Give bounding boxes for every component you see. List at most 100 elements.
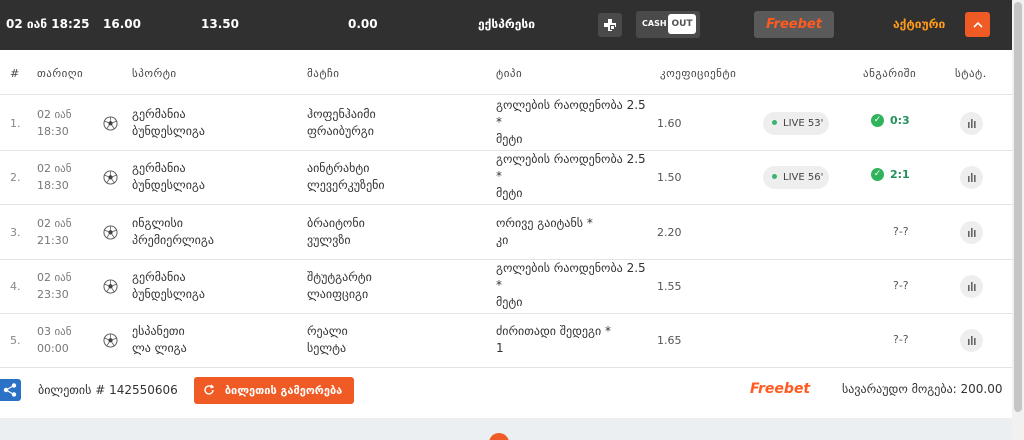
ticket-header[interactable]: 02 იან 18:25 16.00 13.50 0.00 ექსპრესი C… <box>0 0 1012 50</box>
football-icon <box>103 333 118 348</box>
table-row: 4. 02 იან 23:30 გერმანია ბუნდესლიგა შტუტგარტი… <box>0 259 1012 314</box>
repeat-ticket-button[interactable]: ბილეთის გამეორება <box>194 377 354 404</box>
ticket-panel: 02 იან 18:25 16.00 13.50 0.00 ექსპრესი C… <box>0 0 1012 418</box>
ticket-win: 0.00 <box>348 17 378 31</box>
row-bet-separator: * <box>496 169 502 184</box>
row-number: 4. <box>10 279 21 293</box>
freebet-logo: Freebet <box>750 381 811 397</box>
potential-payout: სავარაუდო მოგება: 200.00 <box>842 382 1003 396</box>
collapse-button[interactable] <box>965 12 990 37</box>
scrollbar-thumb[interactable] <box>1014 2 1022 412</box>
row-bet-market: ძირითადი შედეგი * <box>496 324 611 339</box>
check-icon: ✓ <box>871 113 884 127</box>
table-row: 3. 02 იან 21:30 ინგლისი პრემიერლიგა ბრაიტონი ვ… <box>0 205 1012 260</box>
row-home-team: ჰოფენჰაიმი <box>307 107 376 121</box>
live-label: LIVE 53' <box>783 118 824 129</box>
stats-button[interactable] <box>960 166 983 190</box>
row-away-team: ვულვზი <box>307 232 351 247</box>
col-date: თარიღი <box>37 67 84 80</box>
row-away-team: ლევერკუზენი <box>307 178 385 193</box>
col-coefficient: კოეფიციენტი <box>660 67 737 80</box>
row-number: 2. <box>10 171 21 185</box>
row-coefficient: 1.50 <box>657 171 682 185</box>
row-home-team: რეალი <box>307 324 348 339</box>
football-icon <box>103 116 118 131</box>
live-badge[interactable]: LIVE 53' <box>763 112 829 135</box>
col-stat: სტატ. <box>955 67 987 80</box>
row-result: ✓ 0:3 <box>871 113 910 128</box>
row-bet-selection: მეტი <box>496 132 523 146</box>
bar-chart-icon <box>968 281 976 291</box>
row-country: გერმანია <box>132 107 186 121</box>
row-country: გერმანია <box>132 269 186 284</box>
row-home-team: ბრაიტონი <box>307 215 365 230</box>
stats-button[interactable] <box>960 220 983 244</box>
share-button[interactable] <box>0 379 21 401</box>
row-score: ?-? <box>893 224 909 238</box>
row-number: 5. <box>10 334 21 348</box>
row-bet-market: გოლების რაოდენობა 2.5 <box>496 152 646 167</box>
col-sport: სპორტი <box>132 67 177 80</box>
refresh-icon <box>204 384 215 395</box>
col-type: ტიპი <box>496 67 523 80</box>
row-bet-separator: * <box>496 115 502 129</box>
live-dot-icon <box>772 173 777 179</box>
cash-label: CASH <box>642 19 667 28</box>
row-home-team: აინტრახტი <box>307 161 370 176</box>
row-score: ?-? <box>893 333 909 347</box>
row-number: 3. <box>10 225 21 239</box>
row-number: 1. <box>10 117 21 130</box>
row-country: გერმანია <box>132 161 186 176</box>
row-league: ბუნდესლიგა <box>132 178 205 193</box>
ticket-datetime: 02 იან 18:25 <box>6 17 90 31</box>
table-row: 1. 02 იან 18:30 გერმანია ბუნდესლიგა ჰოფენჰაიმ… <box>0 96 1012 151</box>
cashout-button[interactable]: OUT <box>668 14 696 34</box>
col-result: ანგარიში <box>863 67 917 80</box>
stats-button[interactable] <box>960 274 983 298</box>
row-bet-market: გოლების რაოდენობა 2.5 <box>496 98 646 112</box>
row-coefficient: 2.20 <box>657 225 682 239</box>
live-label: LIVE 56' <box>783 172 824 184</box>
ticket-type: ექსპრესი <box>478 17 535 31</box>
scroll-top-button[interactable] <box>489 433 509 440</box>
add-button[interactable] <box>598 13 622 37</box>
row-country: ინგლისი <box>132 215 183 230</box>
football-icon <box>103 225 118 240</box>
table-row: 5. 03 იან 00:00 ესპანეთი ლა ლიგა რეალი სელტა ძი… <box>0 313 1012 369</box>
stats-button[interactable] <box>960 329 983 353</box>
row-time: 21:30 <box>37 233 69 247</box>
bar-chart-icon <box>968 227 976 237</box>
bar-chart-icon <box>968 336 976 346</box>
row-score: 0:3 <box>890 114 910 127</box>
bar-chart-icon <box>968 173 976 183</box>
stats-button[interactable] <box>960 112 983 135</box>
row-bet-separator: * <box>496 277 502 292</box>
repeat-ticket-label: ბილეთის გამეორება <box>224 384 343 397</box>
row-date: 03 იან <box>37 325 72 339</box>
col-index: # <box>10 67 20 80</box>
live-badge[interactable]: LIVE 56' <box>763 166 829 190</box>
row-date: 02 იან <box>37 162 72 176</box>
row-league: ბუნდესლიგა <box>132 286 205 301</box>
row-bet-selection: კი <box>496 232 509 247</box>
ticket-status: აქტიური <box>893 17 946 31</box>
ticket-number: ბილეთის # 142550606 <box>38 383 178 397</box>
row-time: 18:30 <box>37 125 69 138</box>
row-coefficient: 1.55 <box>657 279 682 293</box>
row-away-team: სელტა <box>307 341 347 356</box>
row-country: ესპანეთი <box>132 324 185 339</box>
row-away-team: ლაიფციგი <box>307 286 369 301</box>
table-header: # თარიღი სპორტი მატჩი ტიპი კოეფიციენტი ა… <box>0 50 1012 95</box>
scrollbar[interactable] <box>1012 0 1024 440</box>
cashout-toggle[interactable]: CASH OUT <box>636 11 700 38</box>
bar-chart-icon <box>968 119 976 128</box>
row-score: ?-? <box>893 278 909 292</box>
ticket-stake: 16.00 <box>103 17 141 31</box>
row-coefficient: 1.65 <box>657 334 682 348</box>
live-dot-icon <box>772 119 777 125</box>
freebet-button[interactable]: Freebet <box>754 11 834 38</box>
add-square-icon <box>604 19 616 31</box>
table-row: 2. 02 იან 18:30 გერმანია ბუნდესლიგა აინტრახტი… <box>0 150 1012 206</box>
row-bet-selection: 1 <box>496 341 504 356</box>
row-date: 02 იან <box>37 270 72 284</box>
